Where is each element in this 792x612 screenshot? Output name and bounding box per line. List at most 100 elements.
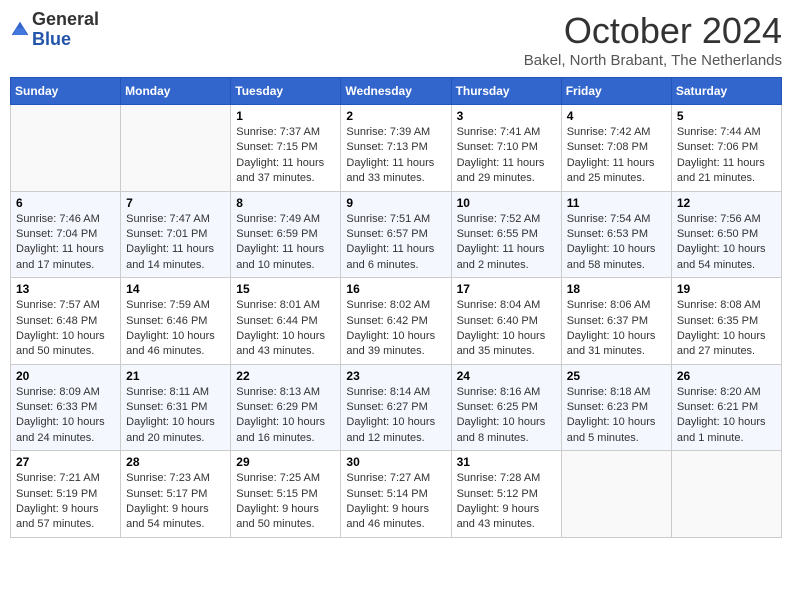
calendar-cell: 28 Sunrise: 7:23 AM Sunset: 5:17 PM Dayli… xyxy=(121,451,231,538)
day-number: 18 xyxy=(567,282,666,296)
page-header: General Blue October 2024 Bakel, North B… xyxy=(10,10,782,69)
day-number: 17 xyxy=(457,282,556,296)
day-info: Sunrise: 7:49 AM Sunset: 6:59 PM Dayligh… xyxy=(236,212,335,274)
day-number: 11 xyxy=(567,196,666,210)
day-info: Sunrise: 7:25 AM Sunset: 5:15 PM Dayligh… xyxy=(236,471,335,533)
calendar-cell: 8 Sunrise: 7:49 AM Sunset: 6:59 PM Daylig… xyxy=(231,191,341,278)
day-info: Sunrise: 8:02 AM Sunset: 6:42 PM Dayligh… xyxy=(346,298,445,360)
calendar-cell: 20 Sunrise: 8:09 AM Sunset: 6:33 PM Dayli… xyxy=(11,364,121,451)
day-number: 23 xyxy=(346,369,445,383)
calendar-cell: 3 Sunrise: 7:41 AM Sunset: 7:10 PM Daylig… xyxy=(451,105,561,192)
day-number: 25 xyxy=(567,369,666,383)
location-subtitle: Bakel, North Brabant, The Netherlands xyxy=(524,52,782,69)
day-number: 2 xyxy=(346,109,445,123)
day-info: Sunrise: 8:06 AM Sunset: 6:37 PM Dayligh… xyxy=(567,298,666,360)
day-number: 16 xyxy=(346,282,445,296)
day-number: 14 xyxy=(126,282,225,296)
calendar-cell: 24 Sunrise: 8:16 AM Sunset: 6:25 PM Dayli… xyxy=(451,364,561,451)
day-info: Sunrise: 7:28 AM Sunset: 5:12 PM Dayligh… xyxy=(457,471,556,533)
day-info: Sunrise: 8:18 AM Sunset: 6:23 PM Dayligh… xyxy=(567,385,666,447)
calendar-cell: 27Sunrise: 7:21 AM Sunset: 5:19 PM Dayli… xyxy=(11,451,121,538)
day-number: 8 xyxy=(236,196,335,210)
day-info: Sunrise: 7:23 AM Sunset: 5:17 PM Dayligh… xyxy=(126,471,225,533)
calendar-cell: 11 Sunrise: 7:54 AM Sunset: 6:53 PM Dayli… xyxy=(561,191,671,278)
day-number: 20 xyxy=(16,369,115,383)
day-info: Sunrise: 7:52 AM Sunset: 6:55 PM Dayligh… xyxy=(457,212,556,274)
calendar-cell: 19 Sunrise: 8:08 AM Sunset: 6:35 PM Dayli… xyxy=(671,278,781,365)
day-info: Sunrise: 7:27 AM Sunset: 5:14 PM Dayligh… xyxy=(346,471,445,533)
calendar-cell xyxy=(11,105,121,192)
day-info: Sunrise: 8:04 AM Sunset: 6:40 PM Dayligh… xyxy=(457,298,556,360)
calendar-cell: 14 Sunrise: 7:59 AM Sunset: 6:46 PM Dayli… xyxy=(121,278,231,365)
day-info: Sunrise: 7:41 AM Sunset: 7:10 PM Dayligh… xyxy=(457,125,556,187)
calendar-cell: 22Sunrise: 8:13 AM Sunset: 6:29 PM Dayli… xyxy=(231,364,341,451)
calendar-cell xyxy=(671,451,781,538)
day-number: 6 xyxy=(16,196,115,210)
day-info: Sunrise: 8:08 AM Sunset: 6:35 PM Dayligh… xyxy=(677,298,776,360)
day-number: 29 xyxy=(236,455,335,469)
title-block: October 2024 Bakel, North Brabant, The N… xyxy=(524,10,782,69)
day-number: 4 xyxy=(567,109,666,123)
day-info: Sunrise: 8:11 AM Sunset: 6:31 PM Dayligh… xyxy=(126,385,225,447)
calendar-cell: 9Sunrise: 7:51 AM Sunset: 6:57 PM Daylig… xyxy=(341,191,451,278)
day-number: 13 xyxy=(16,282,115,296)
calendar-cell: 7Sunrise: 7:47 AM Sunset: 7:01 PM Daylig… xyxy=(121,191,231,278)
day-header-thursday: Thursday xyxy=(451,78,561,105)
day-number: 24 xyxy=(457,369,556,383)
calendar-cell: 30 Sunrise: 7:27 AM Sunset: 5:14 PM Dayli… xyxy=(341,451,451,538)
day-info: Sunrise: 7:46 AM Sunset: 7:04 PM Dayligh… xyxy=(16,212,115,274)
calendar-cell: 12Sunrise: 7:56 AM Sunset: 6:50 PM Dayli… xyxy=(671,191,781,278)
day-info: Sunrise: 7:44 AM Sunset: 7:06 PM Dayligh… xyxy=(677,125,776,187)
day-info: Sunrise: 8:13 AM Sunset: 6:29 PM Dayligh… xyxy=(236,385,335,447)
day-number: 3 xyxy=(457,109,556,123)
calendar-cell: 13 Sunrise: 7:57 AM Sunset: 6:48 PM Dayli… xyxy=(11,278,121,365)
calendar-header-row: SundayMondayTuesdayWednesdayThursdayFrid… xyxy=(11,78,782,105)
day-info: Sunrise: 7:54 AM Sunset: 6:53 PM Dayligh… xyxy=(567,212,666,274)
logo: General Blue xyxy=(10,10,99,50)
day-number: 26 xyxy=(677,369,776,383)
day-number: 7 xyxy=(126,196,225,210)
day-info: Sunrise: 8:09 AM Sunset: 6:33 PM Dayligh… xyxy=(16,385,115,447)
day-header-friday: Friday xyxy=(561,78,671,105)
day-number: 1 xyxy=(236,109,335,123)
day-info: Sunrise: 8:16 AM Sunset: 6:25 PM Dayligh… xyxy=(457,385,556,447)
day-number: 19 xyxy=(677,282,776,296)
day-number: 28 xyxy=(126,455,225,469)
calendar-cell xyxy=(121,105,231,192)
calendar-cell xyxy=(561,451,671,538)
day-info: Sunrise: 7:59 AM Sunset: 6:46 PM Dayligh… xyxy=(126,298,225,360)
day-info: Sunrise: 8:14 AM Sunset: 6:27 PM Dayligh… xyxy=(346,385,445,447)
day-info: Sunrise: 7:21 AM Sunset: 5:19 PM Dayligh… xyxy=(16,471,115,533)
day-info: Sunrise: 7:57 AM Sunset: 6:48 PM Dayligh… xyxy=(16,298,115,360)
calendar-cell: 4 Sunrise: 7:42 AM Sunset: 7:08 PM Daylig… xyxy=(561,105,671,192)
day-info: Sunrise: 7:37 AM Sunset: 7:15 PM Dayligh… xyxy=(236,125,335,187)
calendar-cell: 29 Sunrise: 7:25 AM Sunset: 5:15 PM Dayli… xyxy=(231,451,341,538)
calendar-week-row: 20 Sunrise: 8:09 AM Sunset: 6:33 PM Dayli… xyxy=(11,364,782,451)
logo-icon xyxy=(10,20,30,40)
day-info: Sunrise: 7:51 AM Sunset: 6:57 PM Dayligh… xyxy=(346,212,445,274)
month-title: October 2024 xyxy=(524,10,782,52)
calendar-cell: 5 Sunrise: 7:44 AM Sunset: 7:06 PM Daylig… xyxy=(671,105,781,192)
calendar-cell: 17 Sunrise: 8:04 AM Sunset: 6:40 PM Dayli… xyxy=(451,278,561,365)
day-header-saturday: Saturday xyxy=(671,78,781,105)
day-header-monday: Monday xyxy=(121,78,231,105)
calendar-cell: 2 Sunrise: 7:39 AM Sunset: 7:13 PM Daylig… xyxy=(341,105,451,192)
day-number: 30 xyxy=(346,455,445,469)
day-info: Sunrise: 7:56 AM Sunset: 6:50 PM Dayligh… xyxy=(677,212,776,274)
calendar-cell: 21Sunrise: 8:11 AM Sunset: 6:31 PM Dayli… xyxy=(121,364,231,451)
calendar-cell: 31 Sunrise: 7:28 AM Sunset: 5:12 PM Dayli… xyxy=(451,451,561,538)
day-number: 5 xyxy=(677,109,776,123)
calendar-cell: 1 Sunrise: 7:37 AM Sunset: 7:15 PM Daylig… xyxy=(231,105,341,192)
calendar-cell: 18 Sunrise: 8:06 AM Sunset: 6:37 PM Dayli… xyxy=(561,278,671,365)
day-info: Sunrise: 7:42 AM Sunset: 7:08 PM Dayligh… xyxy=(567,125,666,187)
day-info: Sunrise: 7:39 AM Sunset: 7:13 PM Dayligh… xyxy=(346,125,445,187)
day-header-wednesday: Wednesday xyxy=(341,78,451,105)
day-number: 31 xyxy=(457,455,556,469)
calendar-cell: 6 Sunrise: 7:46 AM Sunset: 7:04 PM Daylig… xyxy=(11,191,121,278)
logo-general-text: General xyxy=(32,9,99,29)
logo-blue-text: Blue xyxy=(32,29,71,49)
day-number: 15 xyxy=(236,282,335,296)
calendar-cell: 25 Sunrise: 8:18 AM Sunset: 6:23 PM Dayli… xyxy=(561,364,671,451)
calendar-cell: 10Sunrise: 7:52 AM Sunset: 6:55 PM Dayli… xyxy=(451,191,561,278)
day-info: Sunrise: 8:01 AM Sunset: 6:44 PM Dayligh… xyxy=(236,298,335,360)
